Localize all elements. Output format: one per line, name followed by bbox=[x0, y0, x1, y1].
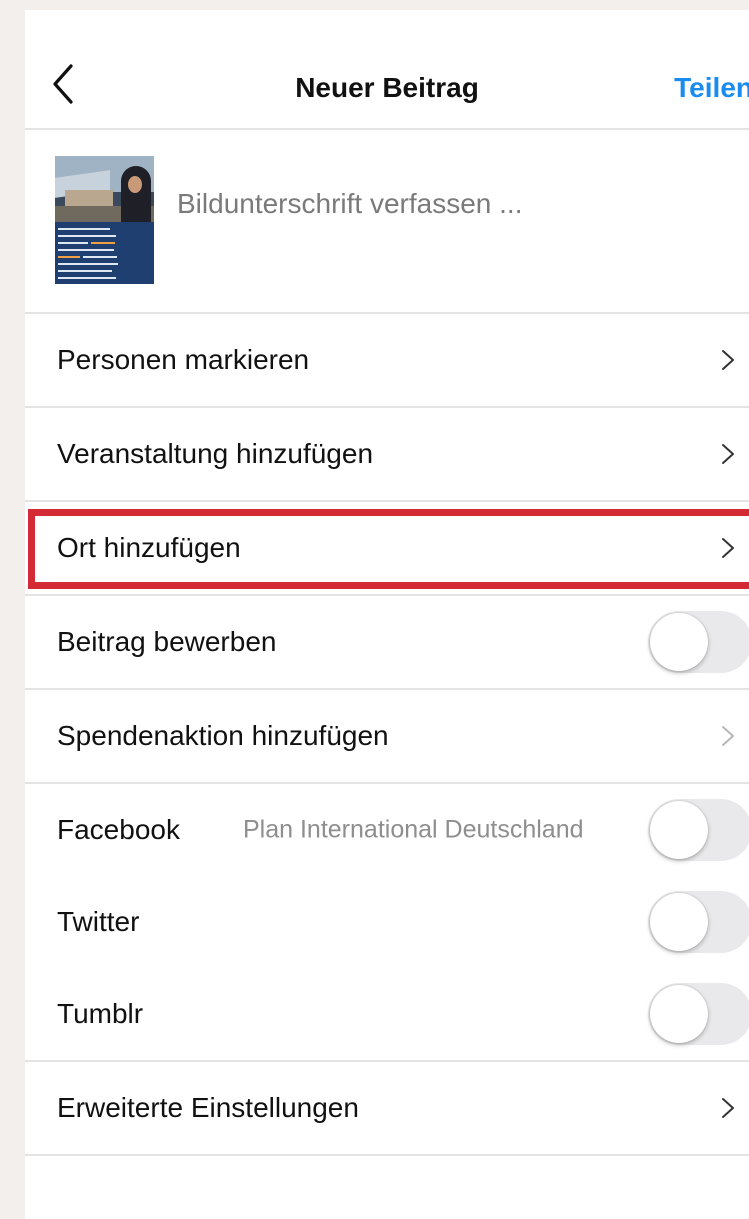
twitter-toggle[interactable] bbox=[648, 891, 749, 953]
chevron-right-icon bbox=[722, 350, 734, 370]
tag-people-label: Personen markieren bbox=[57, 344, 310, 375]
tumblr-toggle[interactable] bbox=[648, 983, 749, 1045]
add-location-row[interactable]: Ort hinzufügen bbox=[25, 502, 749, 596]
advanced-settings-row[interactable]: Erweiterte Einstellungen bbox=[25, 1062, 749, 1156]
tumblr-share-row: Tumblr bbox=[25, 968, 749, 1062]
facebook-share-row: Facebook Plan International Deutschland bbox=[25, 784, 749, 876]
chevron-right-icon bbox=[722, 444, 734, 464]
add-event-label: Veranstaltung hinzufügen bbox=[57, 438, 374, 469]
tumblr-label: Tumblr bbox=[57, 998, 144, 1029]
promote-post-label: Beitrag bewerben bbox=[57, 626, 277, 657]
chevron-right-icon bbox=[722, 538, 734, 558]
chevron-right-icon bbox=[722, 726, 734, 746]
toggle-knob bbox=[650, 801, 708, 859]
page-title: Neuer Beitrag bbox=[295, 72, 479, 103]
add-location-label: Ort hinzufügen bbox=[57, 532, 241, 563]
header-bar: Neuer Beitrag Teilen bbox=[25, 10, 749, 130]
toggle-knob bbox=[650, 985, 708, 1043]
new-post-screen: Neuer Beitrag Teilen Bildunterschrift ve… bbox=[25, 10, 749, 1219]
caption-composer: Bildunterschrift verfassen ... bbox=[25, 130, 749, 314]
facebook-toggle[interactable] bbox=[648, 799, 749, 861]
post-thumbnail[interactable] bbox=[55, 156, 154, 284]
toggle-knob bbox=[650, 893, 708, 951]
toggle-knob bbox=[650, 613, 708, 671]
promote-post-row: Beitrag bewerben bbox=[25, 596, 749, 690]
share-button[interactable]: Teilen bbox=[674, 72, 749, 104]
chevron-right-icon bbox=[722, 1098, 734, 1118]
caption-input[interactable]: Bildunterschrift verfassen ... bbox=[177, 188, 522, 220]
twitter-share-row: Twitter bbox=[25, 876, 749, 968]
add-fundraiser-row[interactable]: Spendenaktion hinzufügen bbox=[25, 690, 749, 784]
twitter-label: Twitter bbox=[57, 906, 140, 937]
advanced-settings-label: Erweiterte Einstellungen bbox=[57, 1092, 359, 1123]
facebook-label: Facebook bbox=[57, 814, 180, 845]
promote-post-toggle[interactable] bbox=[648, 611, 749, 673]
tag-people-row[interactable]: Personen markieren bbox=[25, 314, 749, 408]
add-event-row[interactable]: Veranstaltung hinzufügen bbox=[25, 408, 749, 502]
add-fundraiser-label: Spendenaktion hinzufügen bbox=[57, 720, 389, 751]
facebook-account-name: Plan International Deutschland bbox=[243, 815, 584, 844]
